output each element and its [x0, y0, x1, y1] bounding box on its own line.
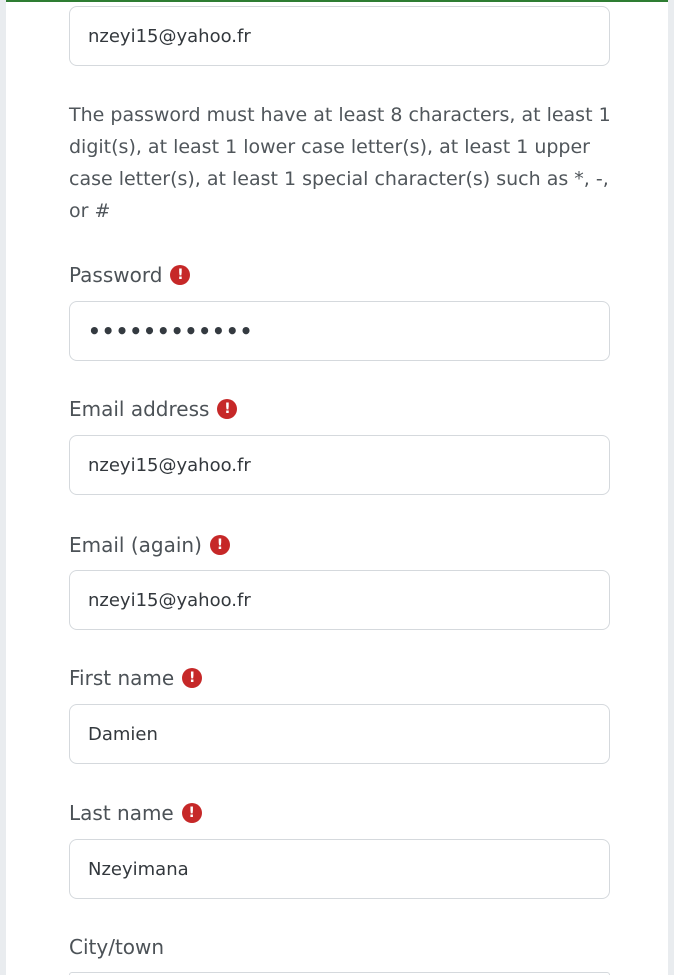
first-name-field[interactable]: Damien: [69, 704, 610, 764]
username-email-field[interactable]: nzeyi15@yahoo.fr: [69, 6, 610, 66]
email-value: nzeyi15@yahoo.fr: [88, 454, 251, 476]
email-label-text: Email address: [69, 397, 210, 421]
password-requirements-text: The password must have at least 8 charac…: [69, 104, 611, 222]
last-name-value: Nzeyimana: [88, 858, 189, 880]
email-again-field[interactable]: nzeyi15@yahoo.fr: [69, 570, 610, 630]
email-label: Email address !: [69, 394, 238, 424]
city-label-text: City/town: [69, 935, 165, 959]
last-name-field[interactable]: Nzeyimana: [69, 839, 610, 899]
required-icon: !: [182, 668, 203, 688]
email-again-label-text: Email (again): [69, 533, 202, 557]
first-name-label-text: First name: [69, 666, 175, 690]
email-again-label: Email (again) !: [69, 530, 230, 560]
left-gutter: [0, 0, 6, 975]
password-label-text: Password: [69, 263, 163, 287]
top-accent-bar: [0, 0, 674, 2]
password-field[interactable]: ••••••••••••: [69, 301, 610, 361]
password-label: Password !: [69, 260, 191, 290]
password-value: ••••••••••••: [88, 319, 254, 343]
right-gutter: [668, 0, 674, 975]
email-again-value: nzeyi15@yahoo.fr: [88, 589, 251, 611]
required-icon: !: [181, 803, 202, 823]
required-icon: !: [217, 399, 238, 419]
username-email-value: nzeyi15@yahoo.fr: [88, 25, 251, 47]
required-icon: !: [170, 265, 191, 285]
last-name-label: Last name !: [69, 798, 202, 828]
email-field[interactable]: nzeyi15@yahoo.fr: [69, 435, 610, 495]
first-name-label: First name !: [69, 663, 203, 693]
first-name-value: Damien: [88, 723, 158, 745]
city-label: City/town: [69, 932, 164, 962]
required-icon: !: [209, 535, 230, 555]
last-name-label-text: Last name: [69, 801, 174, 825]
